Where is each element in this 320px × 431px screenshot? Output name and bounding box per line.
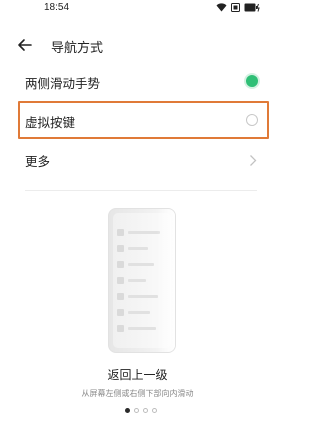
option-label: 虚拟按键 bbox=[25, 115, 76, 130]
status-icons bbox=[216, 3, 260, 12]
page-dot-3[interactable] bbox=[143, 408, 148, 413]
radio-unselected-icon[interactable] bbox=[246, 114, 258, 126]
status-time: 18:54 bbox=[44, 2, 70, 13]
preview-subtitle: 从屏幕左侧或右侧下部向内滑动 bbox=[81, 389, 194, 398]
gesture-preview-illustration bbox=[108, 208, 176, 353]
option-swipe-gestures[interactable]: 两侧滑动手势 bbox=[0, 62, 275, 100]
chevron-right-icon bbox=[249, 152, 257, 171]
radio-selected-icon[interactable] bbox=[246, 75, 258, 87]
page-title: 导航方式 bbox=[51, 41, 104, 56]
wifi-icon bbox=[216, 3, 227, 12]
battery-charging-icon bbox=[244, 3, 260, 12]
sim-icon bbox=[231, 3, 240, 12]
option-label: 更多 bbox=[25, 154, 51, 169]
option-virtual-keys[interactable]: 虚拟按键 bbox=[0, 101, 275, 139]
option-more[interactable]: 更多 bbox=[0, 140, 275, 178]
page-dot-4[interactable] bbox=[152, 408, 157, 413]
page-dot-2[interactable] bbox=[134, 408, 139, 413]
preview-title: 返回上一级 bbox=[107, 368, 168, 382]
divider bbox=[25, 190, 257, 191]
option-label: 两侧滑动手势 bbox=[25, 76, 101, 91]
page-indicator bbox=[125, 408, 157, 413]
phone-shade bbox=[157, 209, 175, 352]
page-dot-1[interactable] bbox=[125, 408, 130, 413]
header: 导航方式 bbox=[0, 30, 275, 60]
status-bar: 18:54 bbox=[0, 0, 275, 18]
back-arrow-icon[interactable] bbox=[16, 36, 34, 54]
